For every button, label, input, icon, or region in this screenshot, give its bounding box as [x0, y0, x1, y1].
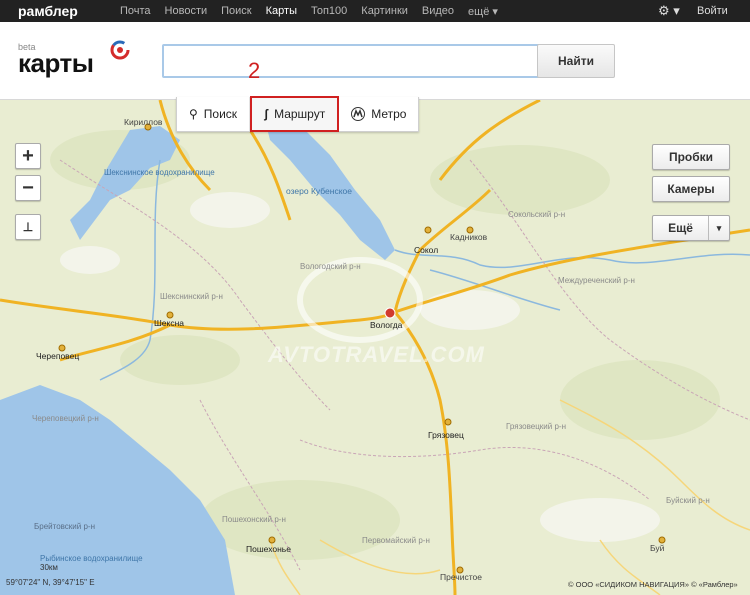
- map-label-sokol: Сокол: [414, 245, 439, 255]
- map-label-rybinsk-reservoir: Рыбинское водохранилище: [40, 554, 143, 563]
- portal-nav: Почта Новости Поиск Карты Топ100 Картинк…: [120, 5, 498, 18]
- nav-more[interactable]: ещё ▾: [468, 5, 498, 18]
- more-layers-button[interactable]: Ещё ▾: [652, 215, 730, 241]
- tab-metro[interactable]: Метро: [339, 97, 418, 131]
- zoom-out-button[interactable]: −: [15, 175, 41, 201]
- map-canvas[interactable]: Шекснинское водохранилище Кириллов озеро…: [0, 100, 750, 595]
- map-label-sheksna: Шексна: [154, 318, 185, 328]
- nav-maps[interactable]: Карты: [266, 5, 297, 18]
- annotation-step-number: 2: [248, 58, 261, 83]
- map-label-poshekhonye: Пошехонье: [246, 544, 291, 554]
- traffic-button[interactable]: Пробки: [652, 144, 730, 170]
- map-label-vologodsky-rn: Вологодский р-н: [300, 262, 361, 271]
- rambler-brand[interactable]: рамблер: [18, 3, 78, 19]
- coordinates-readout: 59°07'24" N, 39°47'15" E: [6, 578, 95, 587]
- map-scale: 30км: [40, 563, 58, 572]
- map-label-prechistoe: Пречистое: [440, 572, 482, 582]
- header: beta карты Найти: [0, 22, 750, 100]
- watermark: AVTOTRAVEL.COM: [268, 342, 485, 367]
- nav-search[interactable]: Поиск: [221, 5, 251, 18]
- map-label-cherepovetsky-rn: Череповецкий р-н: [32, 414, 99, 423]
- tab-search[interactable]: ⚲ Поиск: [177, 97, 251, 131]
- mode-tabs: ⚲ Поиск ʃ Маршрут Метро: [176, 96, 420, 132]
- map-copyright: © ООО «СИДИКОМ НАВИГАЦИЯ» © «Рамблер»: [568, 580, 738, 589]
- chevron-down-icon: ▾: [716, 222, 722, 233]
- map-label-sokolsky-rn: Сокольский р-н: [508, 210, 566, 219]
- tab-search-label: Поиск: [203, 107, 238, 121]
- top-bar: рамблер Почта Новости Поиск Карты Топ100…: [0, 0, 750, 22]
- zoom-in-button[interactable]: +: [15, 143, 41, 169]
- map-label-buysky-rn: Буйский р-н: [666, 496, 710, 505]
- cameras-button[interactable]: Камеры: [652, 176, 730, 202]
- map-label-buy: Буй: [650, 543, 665, 553]
- map-label-sheksna-reservoir: Шекснинское водохранилище: [104, 168, 215, 177]
- map-label-breytovsky-rn: Брейтовский р-н: [34, 522, 95, 531]
- map-label-kadnikov: Кадников: [450, 232, 488, 242]
- map-label-gryazovets: Грязовец: [428, 430, 464, 440]
- map-label-poshekhonsky-rn: Пошехонский р-н: [222, 515, 286, 524]
- login-link[interactable]: Войти: [697, 5, 728, 17]
- gear-icon[interactable]: ⚙ ▾: [658, 3, 682, 19]
- map-label-pervomaysky-rn: Первомайский р-н: [362, 536, 430, 545]
- logo-compass-icon: [110, 40, 130, 60]
- tab-route-label: Маршрут: [274, 107, 326, 121]
- map-label-vologda: Вологда: [370, 320, 403, 330]
- metro-icon: [351, 107, 366, 121]
- map-label-gryazovetsky-rn: Грязовецкий р-н: [506, 422, 566, 431]
- ruler-icon[interactable]: ⊥: [15, 214, 41, 240]
- search-button[interactable]: Найти: [537, 44, 615, 78]
- map-label-kubenskoe: озеро Кубенское: [286, 186, 352, 196]
- more-layers-label: Ещё: [653, 216, 709, 240]
- logo-word: карты: [18, 48, 94, 78]
- map-label-sheksninsky-rn: Шекснинский р-н: [160, 292, 223, 301]
- nav-news[interactable]: Новости: [165, 5, 208, 18]
- nav-mail[interactable]: Почта: [120, 5, 151, 18]
- tab-route[interactable]: ʃ Маршрут: [250, 96, 340, 132]
- map-label-cherepovets: Череповец: [36, 351, 80, 361]
- tab-metro-label: Метро: [371, 107, 407, 121]
- route-icon: ʃ: [264, 107, 269, 121]
- nav-images[interactable]: Картинки: [361, 5, 408, 18]
- map-label-mezhdurechensky-rn: Междуреченский р-н: [558, 276, 635, 285]
- search-icon: ⚲: [189, 107, 198, 121]
- nav-video[interactable]: Видео: [422, 5, 454, 18]
- nav-top100[interactable]: Топ100: [311, 5, 347, 18]
- search-input[interactable]: [162, 44, 548, 78]
- map-label-kirillov: Кириллов: [124, 117, 163, 127]
